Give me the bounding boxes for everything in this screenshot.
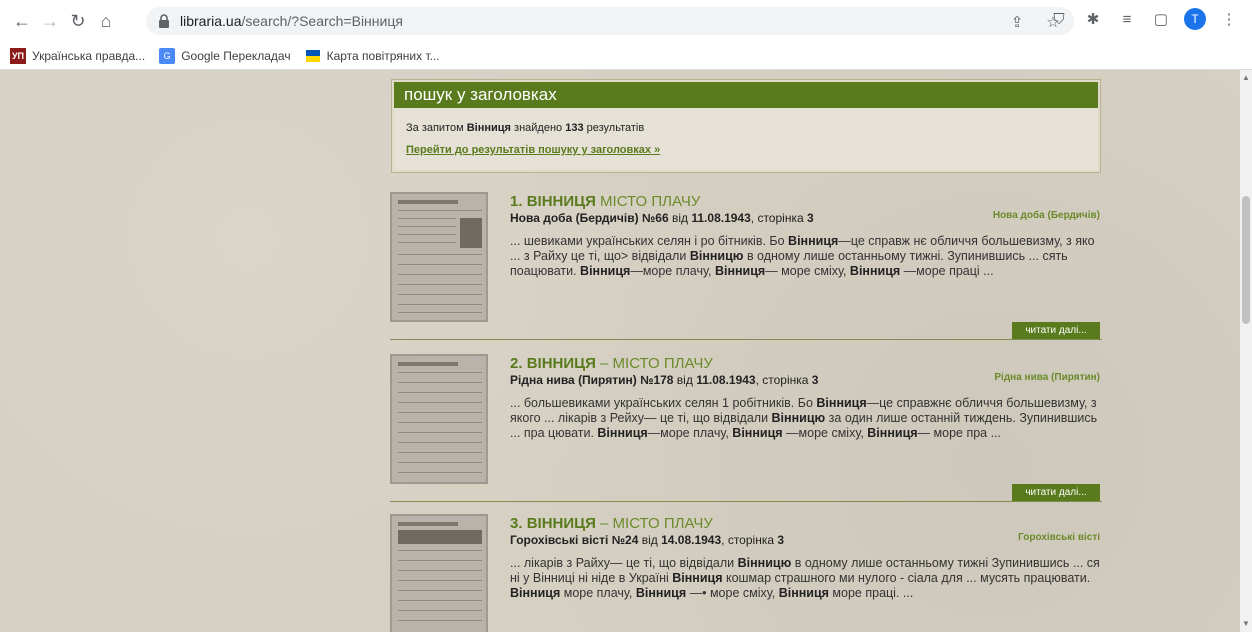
snippet-keyword: Вінниця xyxy=(714,264,766,278)
snippet-text: —• море сміху, xyxy=(686,586,779,600)
bookmark-label: Google Перекладач xyxy=(181,48,291,63)
bookmarks-bar: УП Українська правда... G Google Перекла… xyxy=(0,42,1252,70)
snippet-keyword: Вінниця xyxy=(778,586,829,600)
snippet-text: —море плачу, xyxy=(630,264,715,278)
bookmark-label: Українська правда... xyxy=(32,48,146,63)
title-search-box: пошук у заголовках За запитом Вінниця зн… xyxy=(391,79,1101,173)
bookmark-pravda[interactable]: УП Українська правда... xyxy=(10,47,146,64)
snippet-text: кошмар страшного ми нулого - сіала для .… xyxy=(722,571,1091,585)
snippet-text: ... лікарів з Райху— це ті, що відвідали xyxy=(510,556,738,570)
lock-icon xyxy=(158,14,172,28)
snippet-keyword: Вінниця xyxy=(580,264,631,278)
scrollbar-thumb[interactable] xyxy=(1242,196,1250,324)
result-title-link[interactable]: 2. ВІННИЦЯ – МІСТО ПЛАЧУ xyxy=(510,356,1102,372)
shield-icon[interactable]: ⛉ xyxy=(1048,8,1070,30)
snippet-keyword: Вінниця xyxy=(816,396,867,410)
page-scrollbar[interactable]: ▲ ▼ xyxy=(1240,70,1252,632)
result-source-link[interactable]: Рідна нива (Пирятин) xyxy=(994,372,1100,383)
reload-icon[interactable]: ↻ xyxy=(64,7,92,35)
result-meta: Горохівські вісті №24 від 14.08.1943, ст… xyxy=(510,533,785,547)
snippet-keyword: Вінниця xyxy=(672,571,723,585)
snippet-text: ... большевиками українських селян 1 роб… xyxy=(510,396,817,410)
home-icon[interactable]: ⌂ xyxy=(92,7,120,35)
snippet-keyword: Вінниця xyxy=(597,426,648,440)
snippet-text: —море плачу, xyxy=(647,426,733,440)
newspaper-thumbnail[interactable] xyxy=(390,192,488,322)
result-title-link[interactable]: 3. ВІННИЦЯ – МІСТО ПЛАЧУ xyxy=(510,516,1102,532)
bookmark-air-alert-map[interactable]: Карта повітряних т... xyxy=(305,48,440,64)
search-result: 2. ВІННИЦЯ – МІСТО ПЛАЧУ Рідна нива (Пир… xyxy=(390,354,1102,504)
result-snippet: ... большевиками українських селян 1 роб… xyxy=(510,396,1100,441)
translate-icon: G xyxy=(159,47,176,64)
profile-avatar[interactable]: T xyxy=(1184,8,1206,30)
back-arrow-icon[interactable]: ← xyxy=(8,7,36,35)
scroll-down-arrow-icon[interactable]: ▼ xyxy=(1242,620,1250,628)
search-result: 3. ВІННИЦЯ – МІСТО ПЛАЧУ Горохівські віс… xyxy=(390,514,1102,632)
share-icon[interactable]: ⇪ xyxy=(1006,11,1028,33)
menu-dots-icon[interactable]: ⋮ xyxy=(1218,8,1240,30)
extensions-icon[interactable]: ✱ xyxy=(1082,8,1104,30)
snippet-text: ... шевиками українських селян і ро бітн… xyxy=(510,234,789,248)
snippet-keyword: Вінницю xyxy=(771,411,826,425)
snippet-keyword: Вінниця xyxy=(510,586,561,600)
search-result: 1. ВІННИЦЯ МІСТО ПЛАЧУ Нова доба (Бердич… xyxy=(390,192,1102,342)
result-divider xyxy=(390,339,1102,340)
read-more-button[interactable]: читати далі... xyxy=(1012,484,1100,502)
url-text: libraria.ua/search/?Search=Вінниця xyxy=(180,13,403,29)
bookmark-google-translate[interactable]: G Google Перекладач xyxy=(159,47,291,64)
snippet-text: — море сміху, xyxy=(765,264,850,278)
snippet-keyword: Вінниця xyxy=(732,426,783,440)
scroll-up-arrow-icon[interactable]: ▲ xyxy=(1242,74,1250,82)
page-content: пошук у заголовках За запитом Вінниця зн… xyxy=(0,70,1240,632)
snippet-keyword: Вінниця xyxy=(788,234,839,248)
bookmark-label: Карта повітряних т... xyxy=(326,48,440,63)
read-more-button[interactable]: читати далі... xyxy=(1012,322,1100,340)
result-divider xyxy=(390,501,1102,502)
snippet-keyword: Вінницю xyxy=(689,249,744,263)
map-icon xyxy=(305,48,321,64)
newspaper-thumbnail[interactable] xyxy=(390,514,488,632)
result-title-link[interactable]: 1. ВІННИЦЯ МІСТО ПЛАЧУ xyxy=(510,194,1102,210)
result-source-link[interactable]: Горохівські вісті xyxy=(1018,532,1100,543)
snippet-text: — море пра ... xyxy=(917,426,1002,440)
snippet-keyword: Вінниця xyxy=(635,586,687,600)
snippet-keyword: Вінниця xyxy=(867,426,918,440)
snippet-text: море плачу, xyxy=(560,586,636,600)
address-bar[interactable]: libraria.ua/search/?Search=Вінниця ⇪ ☆ xyxy=(146,7,1074,35)
result-snippet: ... шевиками українських селян і ро бітн… xyxy=(510,234,1100,279)
snippet-keyword: Вінницю xyxy=(737,556,792,570)
snippet-text: —море праці ... xyxy=(900,264,994,278)
forward-arrow-icon[interactable]: → xyxy=(36,7,64,35)
result-source-link[interactable]: Нова доба (Бердичів) xyxy=(993,210,1100,221)
result-snippet: ... лікарів з Райху— це ті, що відвідали… xyxy=(510,556,1100,601)
browser-toolbar: ← → ↻ ⌂ libraria.ua/search/?Search=Вінни… xyxy=(0,0,1252,42)
snippet-keyword: Вінниця xyxy=(849,264,901,278)
snippet-text: —море сміху, xyxy=(782,426,868,440)
snippet-text: море праці. ... xyxy=(828,586,914,600)
title-search-header: пошук у заголовках xyxy=(394,82,1098,108)
results-count: За запитом Вінниця знайдено 133 результа… xyxy=(406,122,645,134)
side-panel-icon[interactable]: ▢ xyxy=(1150,8,1172,30)
reading-list-icon[interactable]: ≡ xyxy=(1116,8,1138,30)
go-to-title-results-link[interactable]: Перейти до результатів пошуку у заголовк… xyxy=(406,144,1098,156)
pravda-logo-icon: УП xyxy=(10,47,26,64)
newspaper-thumbnail[interactable] xyxy=(390,354,488,484)
